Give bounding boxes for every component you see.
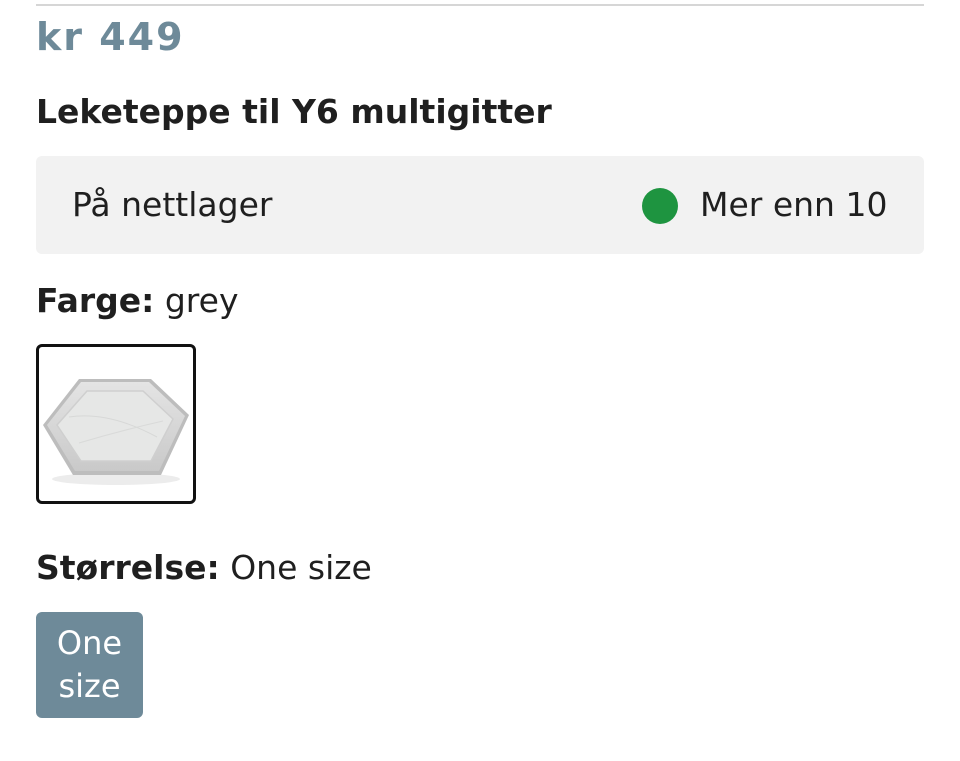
stock-status-box: På nettlager Mer enn 10 <box>36 156 924 254</box>
size-option-label: Størrelse: <box>36 548 220 587</box>
product-title: Leketeppe til Y6 multigitter <box>36 92 552 131</box>
size-button-label-line2: size <box>58 667 121 705</box>
size-button-one-size[interactable]: One size <box>36 612 143 718</box>
stock-status-dot-icon <box>642 188 678 224</box>
hexagon-play-mat-image <box>43 379 189 485</box>
top-divider <box>36 4 924 6</box>
color-option-selected: grey <box>164 281 239 320</box>
color-swatch-grey[interactable] <box>36 344 196 504</box>
stock-location-label: På nettlager <box>72 185 273 224</box>
size-option-heading: Størrelse: One size <box>36 545 372 591</box>
size-button-label-line1: One <box>56 624 123 662</box>
color-option-label: Farge: <box>36 281 155 320</box>
size-option-selected: One size <box>230 548 372 587</box>
product-price: kr 449 <box>36 15 185 59</box>
color-option-heading: Farge: grey <box>36 278 238 324</box>
stock-quantity-value: Mer enn 10 <box>700 185 888 224</box>
